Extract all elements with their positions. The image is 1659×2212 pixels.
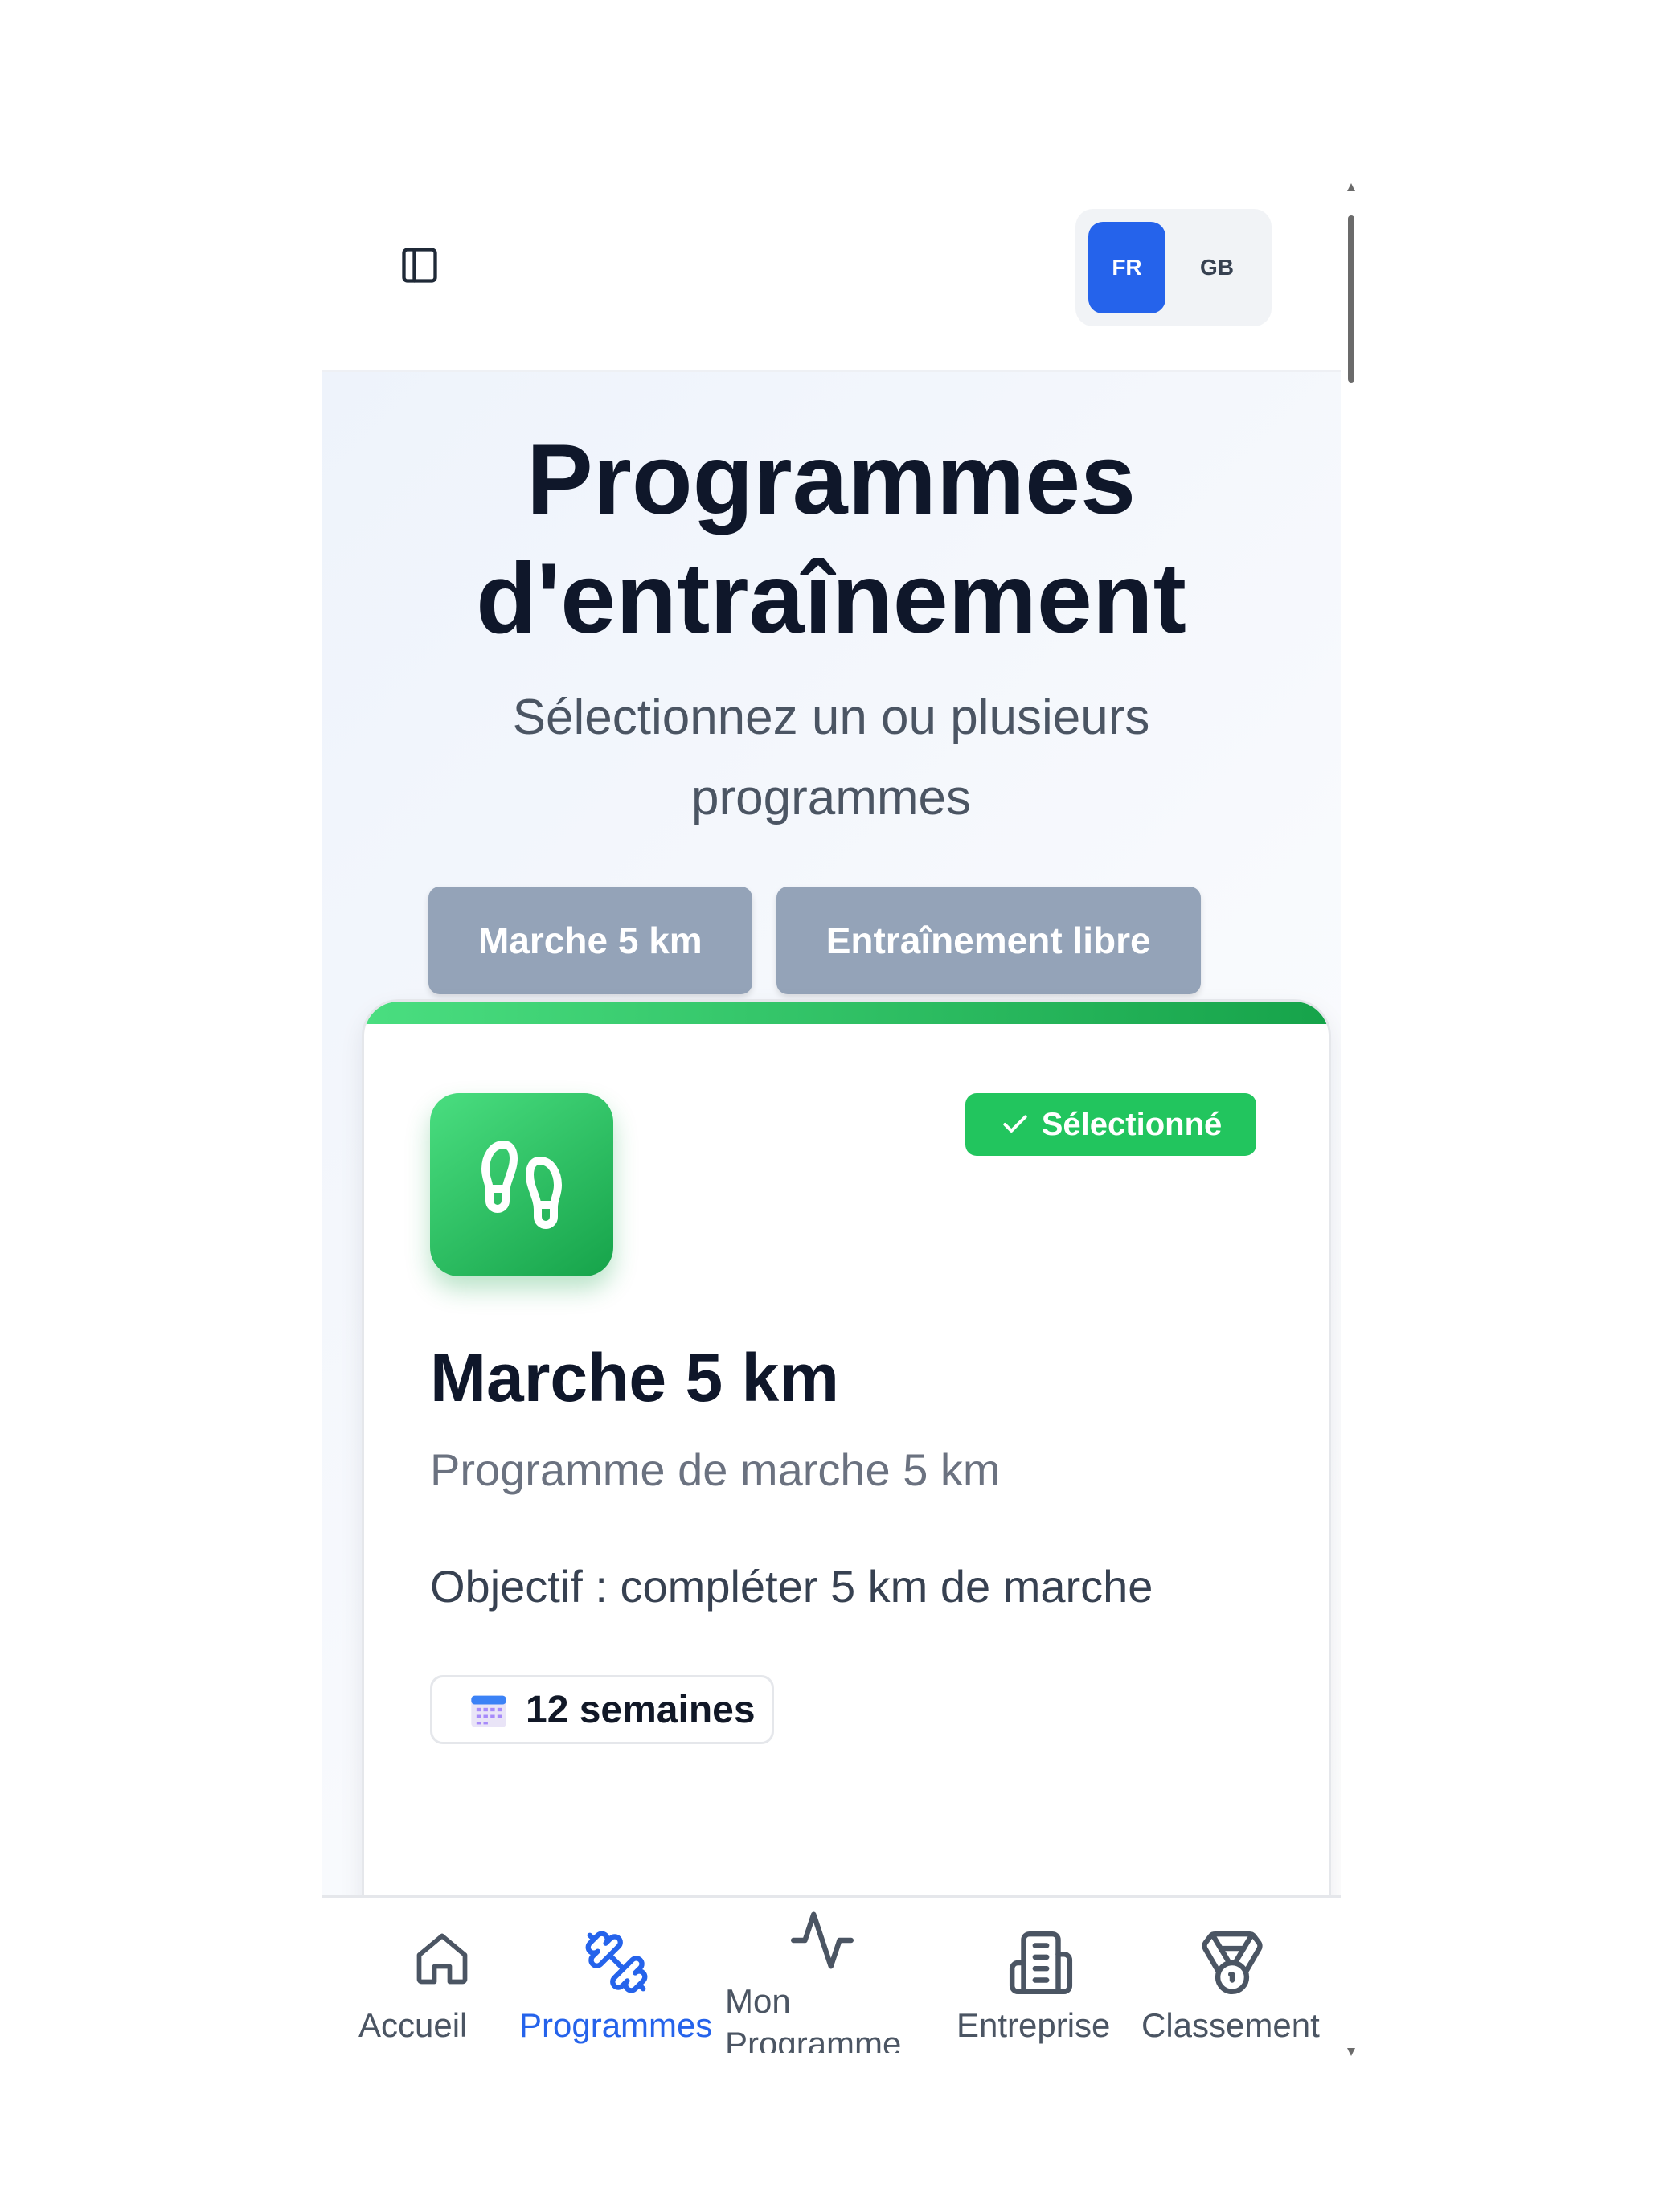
building-icon	[1009, 1931, 1073, 1995]
nav-label-mon-programme-line2: Programme	[725, 2025, 902, 2053]
language-fr-button[interactable]: FR	[1088, 222, 1165, 313]
program-filter-row: Marche 5 km Entraînement libre	[428, 887, 1201, 994]
language-gb-button[interactable]: GB	[1178, 222, 1256, 313]
language-switcher: FR GB	[1075, 209, 1272, 326]
app-viewport: FR GB Programmes d'entraînement Sélectio…	[322, 185, 1341, 2053]
nav-item-mon-programme[interactable]: Mon Programme	[723, 1898, 940, 2053]
page-title-line1: Programmes	[526, 424, 1137, 535]
hero-section: Programmes d'entraînement Sélectionnez u…	[322, 372, 1341, 2053]
scroll-down-arrow-icon[interactable]	[1347, 2048, 1355, 2056]
nav-label-accueil: Accueil	[358, 2006, 468, 2044]
footprints-icon	[481, 1141, 563, 1229]
nav-item-classement[interactable]: Classement	[1141, 1898, 1334, 2053]
sidebar-panel-icon	[402, 248, 437, 283]
program-title: Marche 5 km	[430, 1340, 839, 1415]
scroll-thumb[interactable]	[1348, 215, 1354, 383]
program-description: Programme de marche 5 km	[430, 1444, 1001, 1495]
duration-chip: 12 semaines	[430, 1675, 774, 1744]
calendar-icon	[471, 1695, 506, 1727]
page-title-line2: d'entraînement	[476, 543, 1186, 654]
filter-button-entrainement-libre[interactable]: Entraînement libre	[776, 887, 1201, 994]
page-subtitle: Sélectionnez un ou plusieurs programmes	[512, 690, 1150, 825]
nav-item-entreprise[interactable]: Entreprise	[948, 1898, 1133, 2053]
selected-badge: Sélectionné	[965, 1093, 1256, 1156]
duration-label: 12 semaines	[526, 1688, 756, 1731]
sidebar-toggle-button[interactable]	[395, 241, 444, 289]
activity-icon	[790, 1911, 854, 1969]
home-icon	[416, 1933, 468, 1985]
scrollbar[interactable]	[1347, 183, 1355, 2056]
nav-label-entreprise: Entreprise	[956, 2006, 1111, 2044]
nav-item-accueil[interactable]: Accueil	[354, 1898, 514, 2053]
nav-item-programmes[interactable]: Programmes	[514, 1898, 723, 2053]
page-title: Programmes d'entraînement	[322, 420, 1341, 658]
nav-label-programmes: Programmes	[519, 2006, 713, 2044]
nav-label-classement: Classement	[1141, 2006, 1320, 2044]
filter-button-marche[interactable]: Marche 5 km	[428, 887, 752, 994]
medal-icon	[1202, 1931, 1263, 1995]
selected-badge-label: Sélectionné	[1041, 1106, 1223, 1142]
program-icon-tile	[430, 1093, 613, 1276]
scroll-up-arrow-icon[interactable]	[1347, 183, 1355, 191]
dumbbell-icon	[585, 1931, 648, 1993]
nav-label-mon-programme-line1: Mon	[725, 1982, 791, 2020]
card-accent-bar	[364, 1002, 1329, 1024]
program-goal: Objectif : compléter 5 km de marche	[430, 1561, 1153, 1612]
check-icon	[1003, 1115, 1027, 1133]
bottom-navigation: Accueil Programmes Mon Programme Entrepr…	[322, 1895, 1341, 2053]
top-bar: FR GB	[322, 185, 1341, 372]
